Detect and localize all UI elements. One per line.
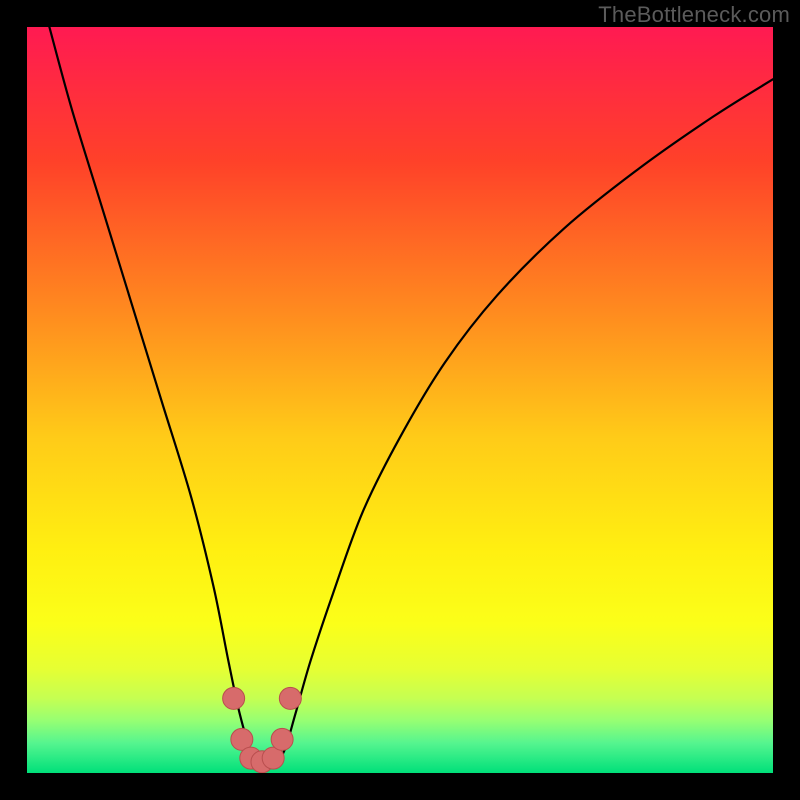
chart-frame: TheBottleneck.com (0, 0, 800, 800)
marker-point (223, 687, 245, 709)
watermark-text: TheBottleneck.com (598, 2, 790, 28)
marker-point (279, 687, 301, 709)
chart-svg (27, 27, 773, 773)
gradient-background (27, 27, 773, 773)
chart-plot-area (27, 27, 773, 773)
marker-point (271, 728, 293, 750)
